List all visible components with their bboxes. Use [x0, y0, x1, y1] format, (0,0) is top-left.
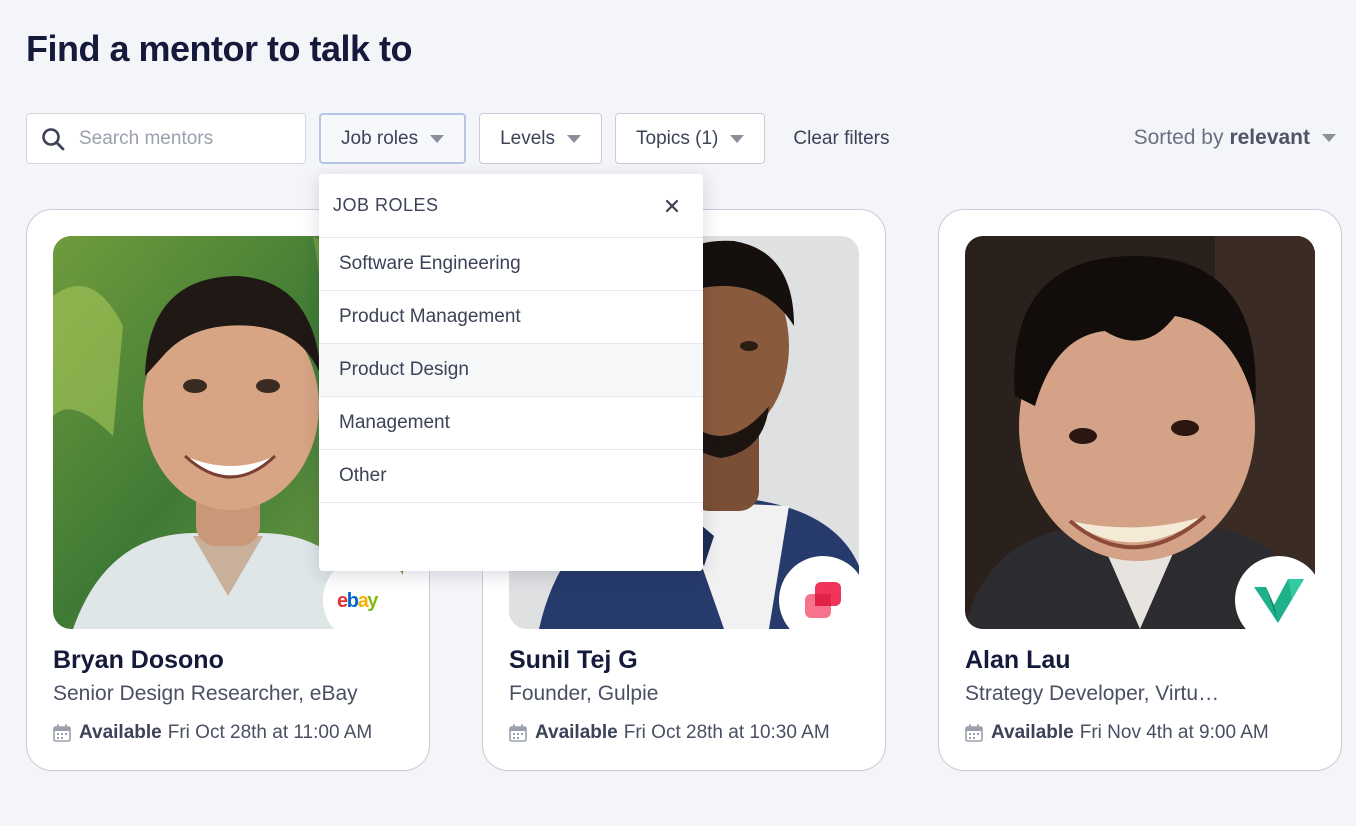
search-box[interactable]: [26, 113, 306, 164]
svg-text:ebay: ebay: [337, 590, 379, 612]
mentor-name[interactable]: Bryan Dosono: [53, 646, 224, 675]
availability-label: Available: [991, 722, 1074, 743]
availability: Available Fri Nov 4th at 9:00 AM: [965, 722, 1269, 744]
dropdown-title: JOB ROLES: [333, 195, 439, 215]
chevron-down-icon: [730, 134, 745, 143]
mentor-role: Strategy Developer, Virtu…: [965, 682, 1220, 705]
search-icon: [42, 127, 65, 150]
filter-bar: Job roles Levels Topics (1) Clear filter…: [26, 113, 889, 164]
close-icon[interactable]: [665, 199, 679, 213]
calendar-icon: [509, 724, 527, 742]
mentor-role: Senior Design Researcher, eBay: [53, 682, 358, 705]
availability-label: Available: [535, 722, 618, 743]
job-roles-dropdown: JOB ROLES Software Engineering Product M…: [319, 174, 703, 571]
levels-filter-label: Levels: [500, 127, 556, 149]
mentor-name[interactable]: Sunil Tej G: [509, 646, 638, 675]
topics-filter-button[interactable]: Topics (1): [615, 113, 766, 164]
calendar-icon: [53, 724, 71, 742]
sort-dropdown[interactable]: Sorted by relevant: [1134, 126, 1336, 150]
company-logo: [779, 556, 867, 644]
mentor-card[interactable]: Alan Lau Strategy Developer, Virtu… Avai…: [938, 209, 1342, 771]
chevron-down-icon: [567, 134, 582, 143]
calendar-icon: [965, 724, 983, 742]
chevron-down-icon: [1322, 134, 1336, 142]
company-logo: [1235, 556, 1323, 644]
availability: Available Fri Oct 28th at 11:00 AM: [53, 722, 372, 744]
sort-value: relevant: [1229, 126, 1310, 149]
topics-filter-label: Topics (1): [636, 127, 719, 149]
mentor-role: Founder, Gulpie: [509, 682, 659, 705]
dropdown-option-software-engineering[interactable]: Software Engineering: [319, 238, 703, 291]
job-roles-filter-label: Job roles: [341, 127, 419, 149]
chevron-down-icon: [430, 134, 445, 143]
availability-time: Fri Oct 28th at 11:00 AM: [167, 722, 373, 743]
sort-prefix: Sorted by: [1133, 126, 1224, 149]
virtu-logo: [1254, 579, 1304, 623]
dropdown-option-management[interactable]: Management: [319, 397, 703, 450]
page-title: Find a mentor to talk to: [26, 28, 413, 69]
search-input[interactable]: [79, 127, 279, 150]
clear-filters-link[interactable]: Clear filters: [793, 128, 889, 150]
ebay-logo: ebay: [337, 590, 381, 612]
availability-label: Available: [79, 722, 162, 743]
availability: Available Fri Oct 28th at 10:30 AM: [509, 722, 830, 744]
availability-time: Fri Nov 4th at 9:00 AM: [1079, 722, 1269, 743]
dropdown-option-product-design[interactable]: Product Design: [319, 344, 703, 397]
dropdown-option-product-management[interactable]: Product Management: [319, 291, 703, 344]
levels-filter-button[interactable]: Levels: [479, 113, 603, 164]
mentor-name[interactable]: Alan Lau: [965, 646, 1071, 675]
job-roles-filter-button[interactable]: Job roles: [319, 113, 467, 164]
gulpie-logo: [805, 582, 841, 618]
dropdown-header: JOB ROLES: [319, 174, 703, 238]
dropdown-option-other[interactable]: Other: [319, 450, 703, 503]
availability-time: Fri Oct 28th at 10:30 AM: [623, 722, 830, 743]
